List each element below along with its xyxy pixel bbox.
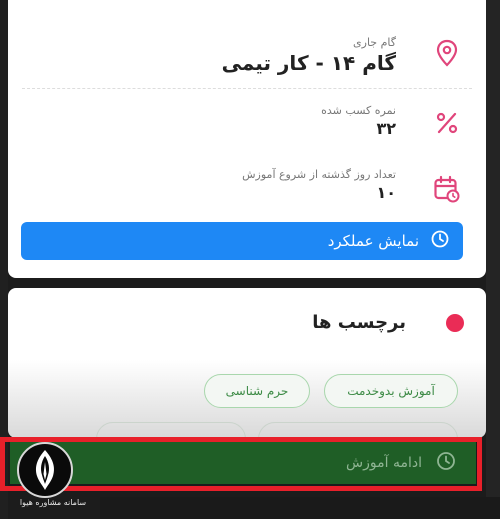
show-performance-label: نمایش عملکرد — [327, 232, 419, 250]
watermark-text: سامانه مشاوره هیوا — [19, 498, 87, 507]
show-performance-button[interactable]: نمایش عملکرد — [21, 222, 463, 260]
clock-icon — [431, 230, 449, 252]
logo-circle — [17, 442, 73, 498]
tag-chip-label: حرم شناسی — [225, 384, 289, 398]
watermark-logo: سامانه مشاوره هیوا — [4, 438, 100, 519]
current-step-value: گام ۱۴ - کار تیمی — [221, 51, 396, 75]
tags-header: برچسب ها — [312, 312, 464, 333]
progress-card: گام جاری گام ۱۴ - کار تیمی نمره کسب شده … — [8, 0, 486, 278]
tags-card: برچسب ها آموزش بدوخدمت حرم شناسی — [8, 288, 486, 456]
percent-icon — [430, 106, 464, 140]
tag-chip-label: آموزش بدوخدمت — [347, 384, 435, 398]
location-pin-icon — [430, 36, 464, 70]
tag-dot-icon — [446, 313, 464, 332]
calendar-clock-icon — [430, 172, 464, 206]
divider — [22, 88, 472, 89]
days-label: تعداد روز گذشته از شروع آموزش — [242, 168, 396, 181]
score-label: نمره کسب شده — [321, 104, 396, 117]
tags-title: برچسب ها — [312, 312, 406, 333]
days-row: تعداد روز گذشته از شروع آموزش ۱۰ — [8, 166, 486, 216]
score-value: ۳۲ — [376, 119, 396, 138]
current-step-label: گام جاری — [353, 36, 396, 49]
tag-chip[interactable]: حرم شناسی — [204, 374, 310, 408]
bottom-strip — [100, 497, 500, 519]
score-row: نمره کسب شده ۳۲ — [8, 100, 486, 150]
current-step-row: گام جاری گام ۱۴ - کار تیمی — [8, 30, 486, 80]
days-value: ۱۰ — [376, 183, 396, 202]
frame-right — [486, 0, 500, 519]
tag-chip[interactable]: آموزش بدوخدمت — [324, 374, 458, 408]
